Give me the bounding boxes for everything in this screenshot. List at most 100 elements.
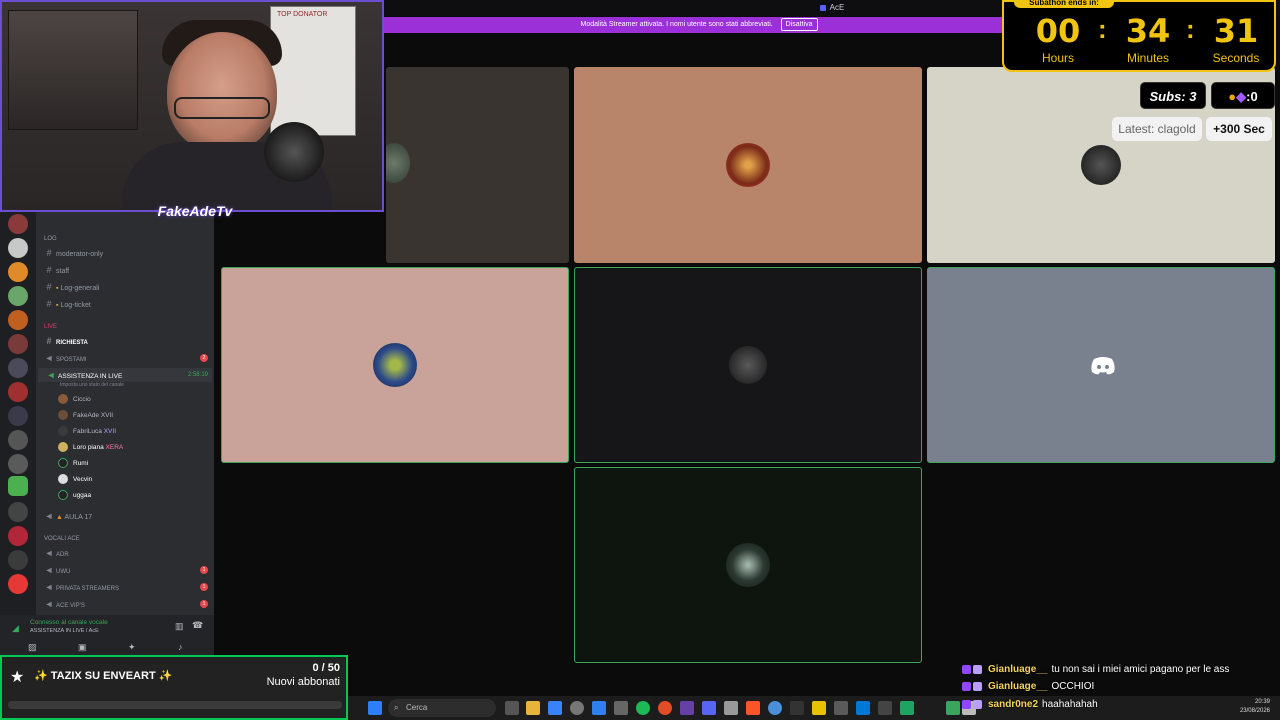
goal-progress-bar: [8, 701, 342, 709]
hash-icon: #: [46, 265, 52, 275]
disconnect-icon[interactable]: ☎: [192, 620, 203, 631]
server-icon[interactable]: [8, 574, 28, 594]
server-icon[interactable]: [8, 358, 28, 378]
server-icon[interactable]: [8, 286, 28, 306]
server-icon[interactable]: [8, 310, 28, 330]
channel-item[interactable]: ◄ UWU 1: [36, 563, 214, 577]
voice-user[interactable]: Loro piana XERA: [58, 441, 123, 455]
start-icon[interactable]: [368, 701, 382, 715]
app-icon[interactable]: [834, 701, 848, 715]
channel-item[interactable]: ◄ ACE VIP'S 1: [36, 597, 214, 611]
category-vocali[interactable]: Vocali AcE: [44, 536, 80, 542]
tray-app-icon[interactable]: [946, 701, 960, 715]
noise-suppression-icon[interactable]: ▥: [175, 621, 184, 632]
voice-user[interactable]: Ciccio: [58, 393, 91, 407]
badge-icon: [962, 681, 971, 691]
server-icon[interactable]: [8, 430, 28, 450]
photos-icon[interactable]: [548, 701, 562, 715]
app-icon[interactable]: [570, 701, 584, 715]
video-tile[interactable]: [221, 267, 569, 463]
app-icon[interactable]: [768, 701, 782, 715]
active-voice-channel[interactable]: ◄ ASSISTENZA IN LIVE 2:58:19: [38, 368, 212, 382]
taskview-icon[interactable]: [505, 701, 519, 715]
brave-icon[interactable]: [746, 701, 760, 715]
server-rail: [0, 210, 36, 615]
server-icon[interactable]: [8, 526, 28, 546]
voice-user[interactable]: Rumi: [58, 457, 88, 471]
timer-hours: 00: [1035, 12, 1081, 50]
app-icon[interactable]: [790, 701, 804, 715]
discord-logo-icon: [1091, 357, 1115, 375]
server-icon[interactable]: [8, 502, 28, 522]
server-icon[interactable]: [8, 406, 28, 426]
voice-user[interactable]: FakeAde XVII: [58, 409, 113, 423]
camera-off-icon[interactable]: ▨: [28, 642, 37, 653]
notification-badge: 1: [200, 583, 208, 591]
notification-badge: 2: [200, 354, 208, 362]
channel-item[interactable]: ◄ PRIVATA STREAMERS 1: [36, 580, 214, 594]
speaker-icon: ◄: [44, 548, 54, 558]
twitch-icon[interactable]: [680, 701, 694, 715]
taskbar-search[interactable]: ⌕ Cerca: [388, 699, 496, 717]
shelf-figures: [8, 10, 138, 130]
app-icon[interactable]: [878, 701, 892, 715]
settings-icon[interactable]: [724, 701, 738, 715]
avatar: [58, 458, 68, 469]
disable-streamer-mode-button[interactable]: Disattiva: [780, 18, 818, 31]
voice-channel-path[interactable]: ASSISTENZA IN LIVE / AcE: [30, 628, 99, 634]
voice-user[interactable]: uggaa: [58, 489, 91, 503]
subs-counter: Subs: 3: [1140, 82, 1206, 109]
video-tile[interactable]: [927, 267, 1275, 463]
category-log[interactable]: LOG: [44, 236, 57, 242]
server-icon[interactable]: [8, 238, 28, 258]
server-icon[interactable]: [8, 382, 28, 402]
hours-label: Hours: [1041, 51, 1074, 65]
goal-label: Nuovi abbonati: [266, 676, 340, 688]
badge-icon: [962, 699, 971, 709]
spotify-icon[interactable]: [636, 701, 650, 715]
voice-user[interactable]: Vecvin: [58, 473, 92, 487]
activities-icon[interactable]: ✦: [128, 642, 136, 653]
server-icon[interactable]: [8, 476, 28, 496]
channel-item[interactable]: ◄ ADR: [36, 546, 214, 560]
chrome-icon[interactable]: [658, 701, 672, 715]
video-tile[interactable]: [574, 67, 922, 263]
hash-icon: #: [46, 248, 52, 258]
badge-icon: [973, 699, 982, 709]
voice-user[interactable]: FabriLuca XVII: [58, 425, 116, 439]
category-live[interactable]: LIVE: [44, 324, 57, 330]
time-bonus: +300 Sec: [1206, 117, 1272, 141]
voice-connection-panel: ◢ Connesso al canale vocale ASSISTENZA I…: [0, 615, 214, 655]
video-tile[interactable]: ⌀: [386, 67, 569, 263]
channel-item[interactable]: # staff: [36, 263, 214, 277]
server-icon[interactable]: [8, 262, 28, 282]
sub-goal-widget: ★ ✨ TAZIX SU ENVEART ✨ 0 / 50 Nuovi abbo…: [0, 655, 348, 720]
app-icon[interactable]: [592, 701, 606, 715]
video-tile[interactable]: [574, 467, 922, 663]
app-icon[interactable]: [812, 701, 826, 715]
soundboard-icon[interactable]: ♪: [178, 642, 183, 652]
user-avatar: [373, 343, 417, 387]
taskbar-clock[interactable]: 20:39 23/08/2026: [1240, 698, 1270, 716]
channel-item[interactable]: ◄ ▲ AULA 17: [36, 509, 214, 523]
channel-item[interactable]: # RICHIESTA: [36, 334, 214, 348]
glasses: [174, 97, 270, 119]
screen-share-icon[interactable]: ▣: [78, 642, 87, 653]
avatar: [58, 394, 68, 405]
vscode-icon[interactable]: [856, 701, 870, 715]
file-explorer-icon[interactable]: [526, 701, 540, 715]
avatar: [58, 490, 68, 501]
user-avatar: [386, 143, 410, 183]
app-icon[interactable]: [614, 701, 628, 715]
channel-item[interactable]: ◄ SPOSTAMI 2: [36, 351, 214, 365]
app-icon[interactable]: [900, 701, 914, 715]
channel-item[interactable]: # ▪ Log-ticket: [36, 297, 214, 311]
channel-item[interactable]: # ▪ Log-generali: [36, 280, 214, 294]
server-icon[interactable]: [8, 454, 28, 474]
server-icon[interactable]: [8, 214, 28, 234]
server-icon[interactable]: [8, 550, 28, 570]
video-tile[interactable]: [574, 267, 922, 463]
server-icon[interactable]: [8, 334, 28, 354]
discord-icon[interactable]: [702, 701, 716, 715]
channel-item[interactable]: # moderator-only: [36, 246, 214, 260]
